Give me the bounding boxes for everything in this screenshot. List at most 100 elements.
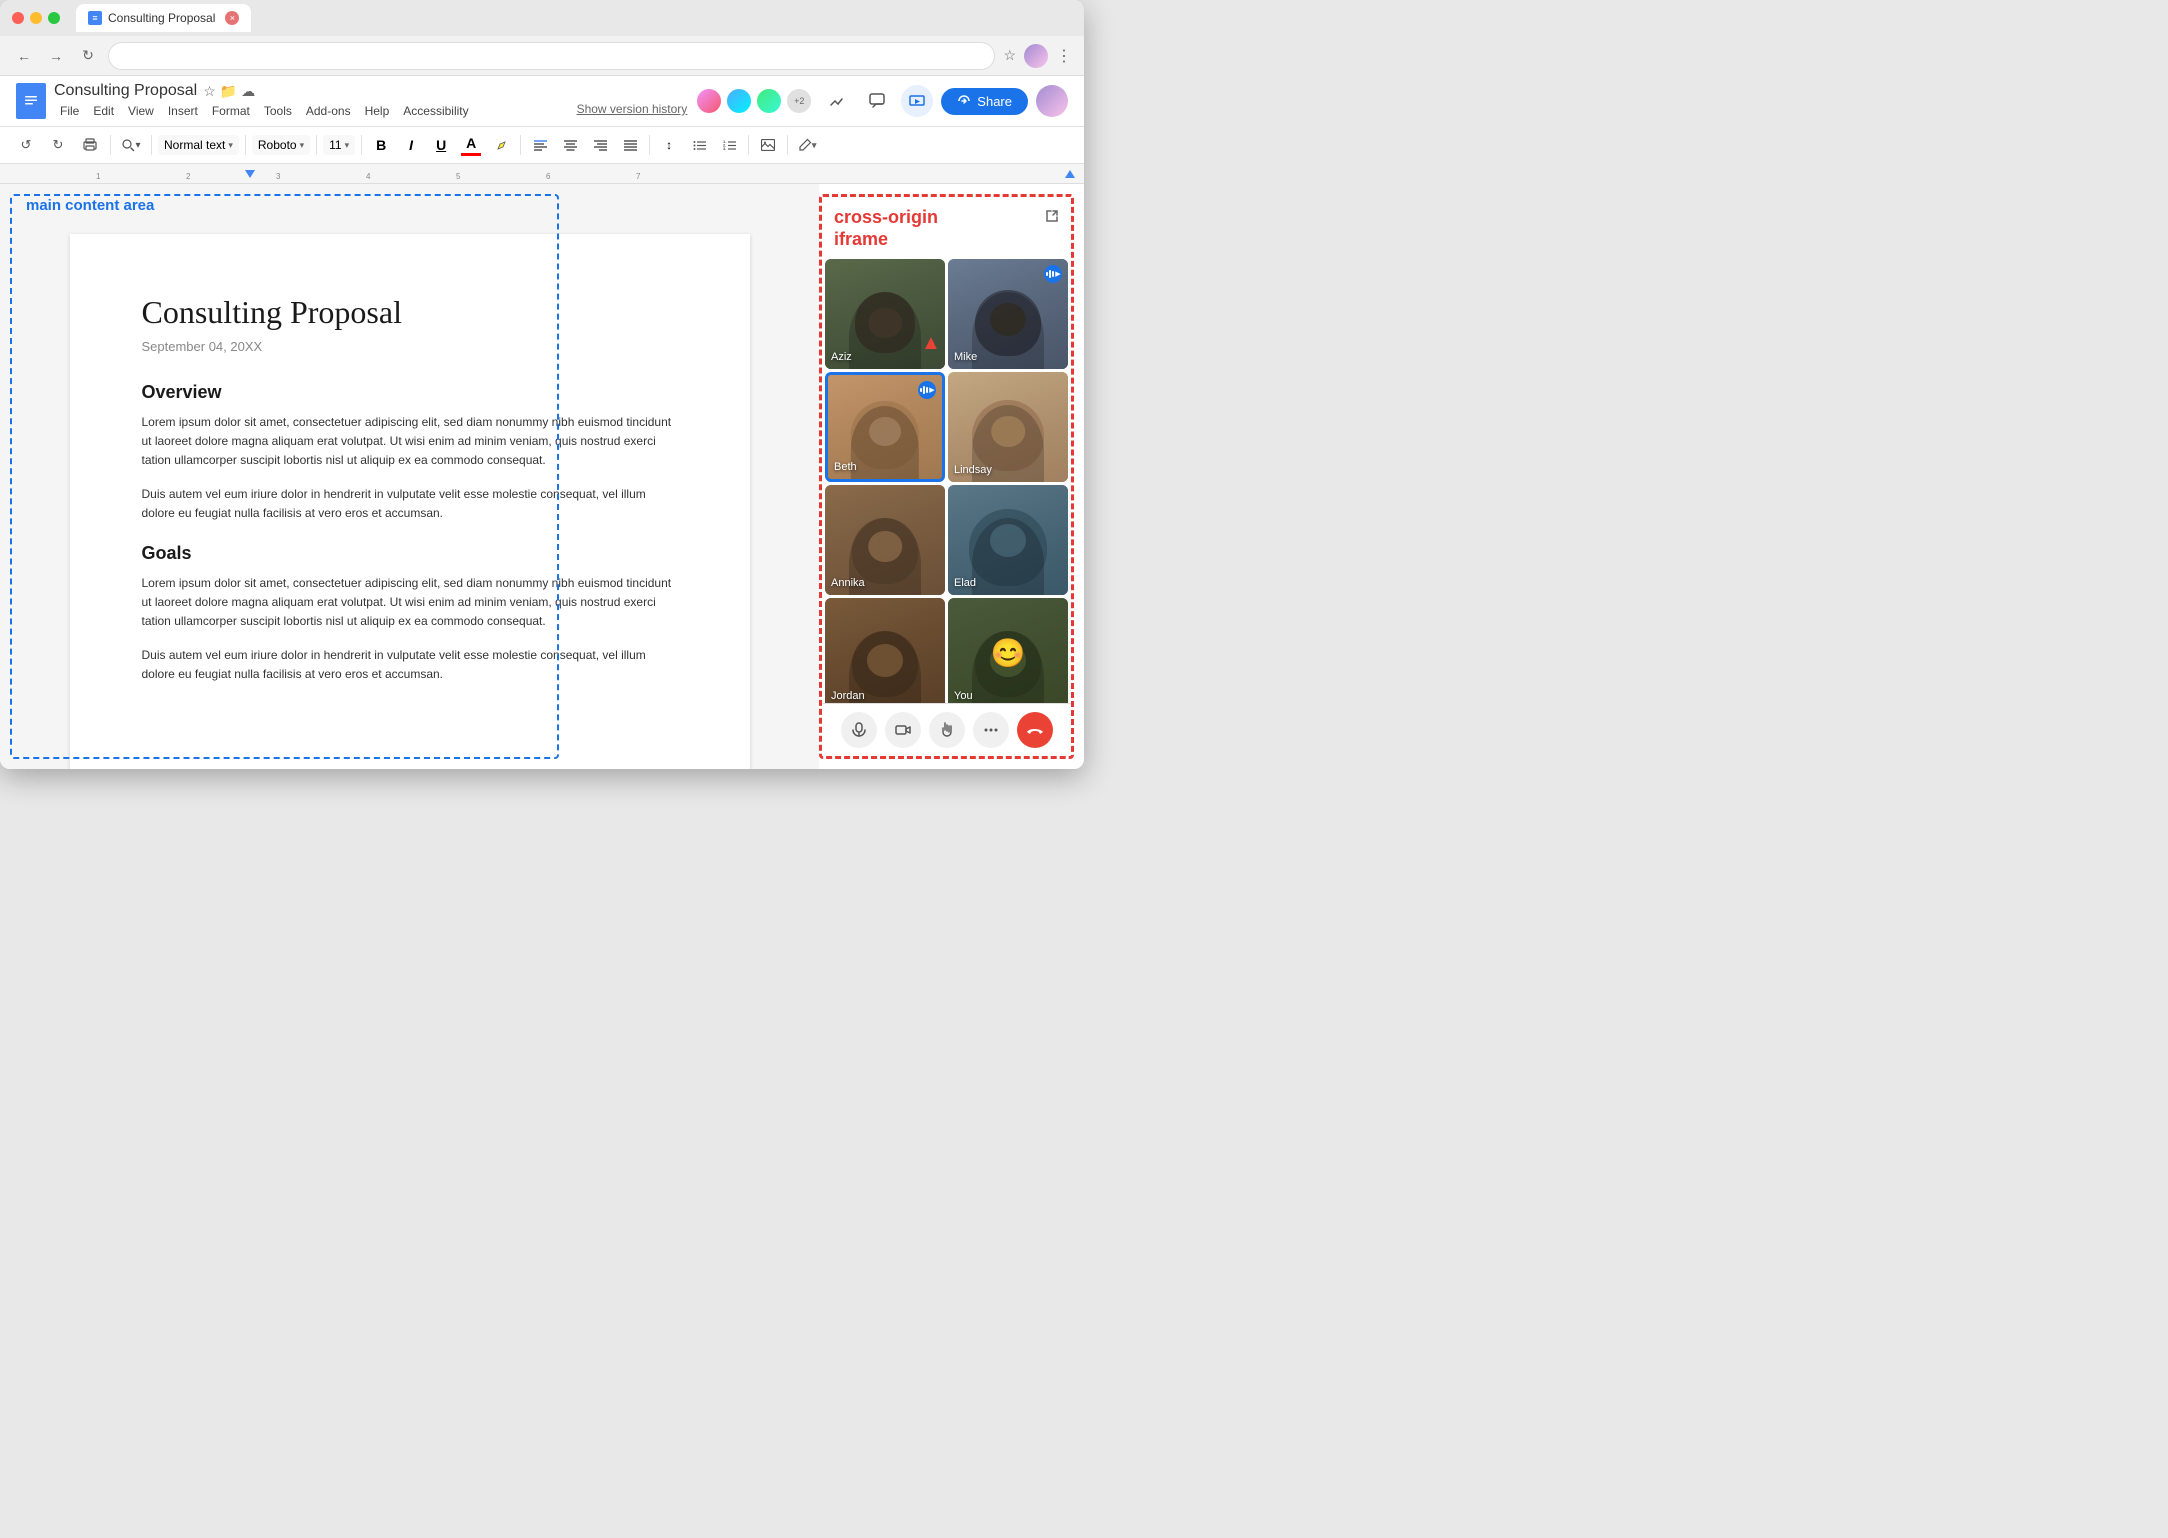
browser-navbar: ← → ↻ ☆ ⋮ bbox=[0, 36, 1084, 76]
more-options-call-button[interactable] bbox=[973, 712, 1009, 748]
bookmark-icon[interactable]: ☆ bbox=[1003, 47, 1016, 64]
tab-close-button[interactable]: × bbox=[225, 11, 239, 25]
ruler: 1 2 3 4 5 6 7 bbox=[0, 164, 1084, 184]
participant-name-jordan: Jordan bbox=[831, 690, 865, 702]
raise-hand-button[interactable] bbox=[929, 712, 965, 748]
menu-view[interactable]: View bbox=[122, 102, 160, 120]
menu-edit[interactable]: Edit bbox=[87, 102, 120, 120]
numbered-list-button[interactable]: 1.2.3. bbox=[716, 132, 742, 158]
justify-button[interactable] bbox=[617, 132, 643, 158]
goals-paragraph-2: Duis autem vel eum iriure dolor in hendr… bbox=[142, 646, 678, 684]
zoom-button[interactable]: ▾ bbox=[117, 131, 145, 159]
highlight-button[interactable] bbox=[488, 132, 514, 158]
collaborator-avatar-2[interactable] bbox=[725, 87, 753, 115]
undo-button[interactable]: ↺ bbox=[12, 131, 40, 159]
toolbar-divider-2 bbox=[151, 135, 152, 155]
cloud-icon[interactable]: ☁ bbox=[241, 83, 255, 100]
more-options-icon[interactable]: ⋮ bbox=[1056, 46, 1072, 66]
docs-header: Consulting Proposal ☆ 📁 ☁ File Edit View… bbox=[0, 76, 1084, 127]
mic-button[interactable] bbox=[841, 712, 877, 748]
end-call-button[interactable] bbox=[1017, 712, 1053, 748]
overview-paragraph-1: Lorem ipsum dolor sit amet, consectetuer… bbox=[142, 413, 678, 471]
browser-titlebar: ≡ Consulting Proposal × bbox=[0, 0, 1084, 36]
paragraph-style-select[interactable]: Normal text ▾ bbox=[158, 135, 239, 155]
analytics-button[interactable] bbox=[821, 85, 853, 117]
font-select[interactable]: Roboto ▾ bbox=[252, 135, 310, 155]
collaborator-avatars: +2 bbox=[695, 87, 813, 115]
forward-button[interactable]: → bbox=[44, 44, 68, 68]
docs-title-row: Consulting Proposal ☆ 📁 ☁ bbox=[54, 82, 687, 100]
menu-tools[interactable]: Tools bbox=[258, 102, 298, 120]
video-tile-you[interactable]: 😊 You bbox=[948, 598, 1068, 703]
external-link-icon[interactable] bbox=[1045, 209, 1059, 226]
camera-button[interactable] bbox=[885, 712, 921, 748]
video-tile-lindsay[interactable]: Lindsay bbox=[948, 372, 1068, 482]
align-left-button[interactable] bbox=[527, 132, 553, 158]
menu-add-ons[interactable]: Add-ons bbox=[300, 102, 357, 120]
video-tile-beth[interactable]: Beth bbox=[825, 372, 945, 482]
collaborator-avatar-1[interactable] bbox=[695, 87, 723, 115]
refresh-button[interactable]: ↻ bbox=[76, 44, 100, 68]
collaborator-avatar-more[interactable]: +2 bbox=[785, 87, 813, 115]
menu-format[interactable]: Format bbox=[206, 102, 256, 120]
video-tile-elad[interactable]: Elad bbox=[948, 485, 1068, 595]
redo-button[interactable]: ↻ bbox=[44, 131, 72, 159]
close-window-button[interactable] bbox=[12, 12, 24, 24]
maximize-window-button[interactable] bbox=[48, 12, 60, 24]
present-button[interactable] bbox=[901, 85, 933, 117]
bold-button[interactable]: B bbox=[368, 132, 394, 158]
docs-menu: File Edit View Insert Format Tools Add-o… bbox=[54, 102, 687, 120]
line-spacing-button[interactable]: ↕ bbox=[656, 132, 682, 158]
menu-help[interactable]: Help bbox=[359, 102, 396, 120]
italic-button[interactable]: I bbox=[398, 132, 424, 158]
menu-insert[interactable]: Insert bbox=[162, 102, 204, 120]
docs-document-title[interactable]: Consulting Proposal bbox=[54, 82, 197, 100]
address-bar[interactable] bbox=[108, 42, 995, 70]
align-center-button[interactable] bbox=[557, 132, 583, 158]
participant-name-mike: Mike bbox=[954, 351, 977, 363]
docs-main: main content area Consulting Proposal Se… bbox=[0, 184, 1084, 769]
docs-editor-area[interactable]: main content area Consulting Proposal Se… bbox=[0, 184, 819, 769]
normal-text-label: Normal text bbox=[164, 138, 225, 152]
menu-file[interactable]: File bbox=[54, 102, 85, 120]
participant-name-beth: Beth bbox=[834, 461, 857, 473]
share-button[interactable]: Share bbox=[941, 88, 1028, 115]
menu-accessibility[interactable]: Accessibility bbox=[397, 102, 474, 120]
minimize-window-button[interactable] bbox=[30, 12, 42, 24]
video-tile-jordan[interactable]: Jordan bbox=[825, 598, 945, 703]
font-size-select[interactable]: 11 ▾ bbox=[323, 135, 355, 155]
toolbar-divider-9 bbox=[787, 135, 788, 155]
video-tile-mike[interactable]: Mike bbox=[948, 259, 1068, 369]
version-history-link[interactable]: Show version history bbox=[577, 102, 688, 120]
browser-tab[interactable]: ≡ Consulting Proposal × bbox=[76, 4, 251, 32]
participant-name-elad: Elad bbox=[954, 577, 976, 589]
docs-title-section: Consulting Proposal ☆ 📁 ☁ File Edit View… bbox=[54, 82, 687, 120]
print-button[interactable] bbox=[76, 131, 104, 159]
video-tile-aziz[interactable]: Aziz bbox=[825, 259, 945, 369]
section-heading-overview: Overview bbox=[142, 382, 678, 403]
insert-image-button[interactable] bbox=[755, 132, 781, 158]
align-right-button[interactable] bbox=[587, 132, 613, 158]
participant-name-you: You bbox=[954, 690, 973, 702]
comments-button[interactable] bbox=[861, 85, 893, 117]
user-avatar-header[interactable] bbox=[1036, 85, 1068, 117]
collaborator-avatar-3[interactable] bbox=[755, 87, 783, 115]
section-heading-goals: Goals bbox=[142, 543, 678, 564]
back-button[interactable]: ← bbox=[12, 44, 36, 68]
folder-icon[interactable]: 📁 bbox=[220, 83, 237, 100]
star-icon[interactable]: ☆ bbox=[203, 83, 216, 100]
video-tile-annika[interactable]: Annika bbox=[825, 485, 945, 595]
bullet-list-button[interactable] bbox=[686, 132, 712, 158]
video-grid: Aziz Mike bbox=[822, 256, 1071, 703]
underline-button[interactable]: U bbox=[428, 132, 454, 158]
cross-origin-header: cross-originiframe bbox=[822, 197, 1071, 256]
traffic-lights bbox=[12, 12, 60, 24]
edit-pen-button[interactable]: ▾ bbox=[794, 132, 820, 158]
browser-window: ≡ Consulting Proposal × ← → ↻ ☆ ⋮ bbox=[0, 0, 1084, 769]
overview-paragraph-2: Duis autem vel eum iriure dolor in hendr… bbox=[142, 485, 678, 523]
docs-container: Consulting Proposal ☆ 📁 ☁ File Edit View… bbox=[0, 76, 1084, 769]
participant-name-aziz: Aziz bbox=[831, 351, 852, 363]
user-avatar-nav[interactable] bbox=[1024, 44, 1048, 68]
page-title: Consulting Proposal bbox=[142, 294, 678, 331]
text-color-button[interactable]: A bbox=[458, 132, 484, 158]
